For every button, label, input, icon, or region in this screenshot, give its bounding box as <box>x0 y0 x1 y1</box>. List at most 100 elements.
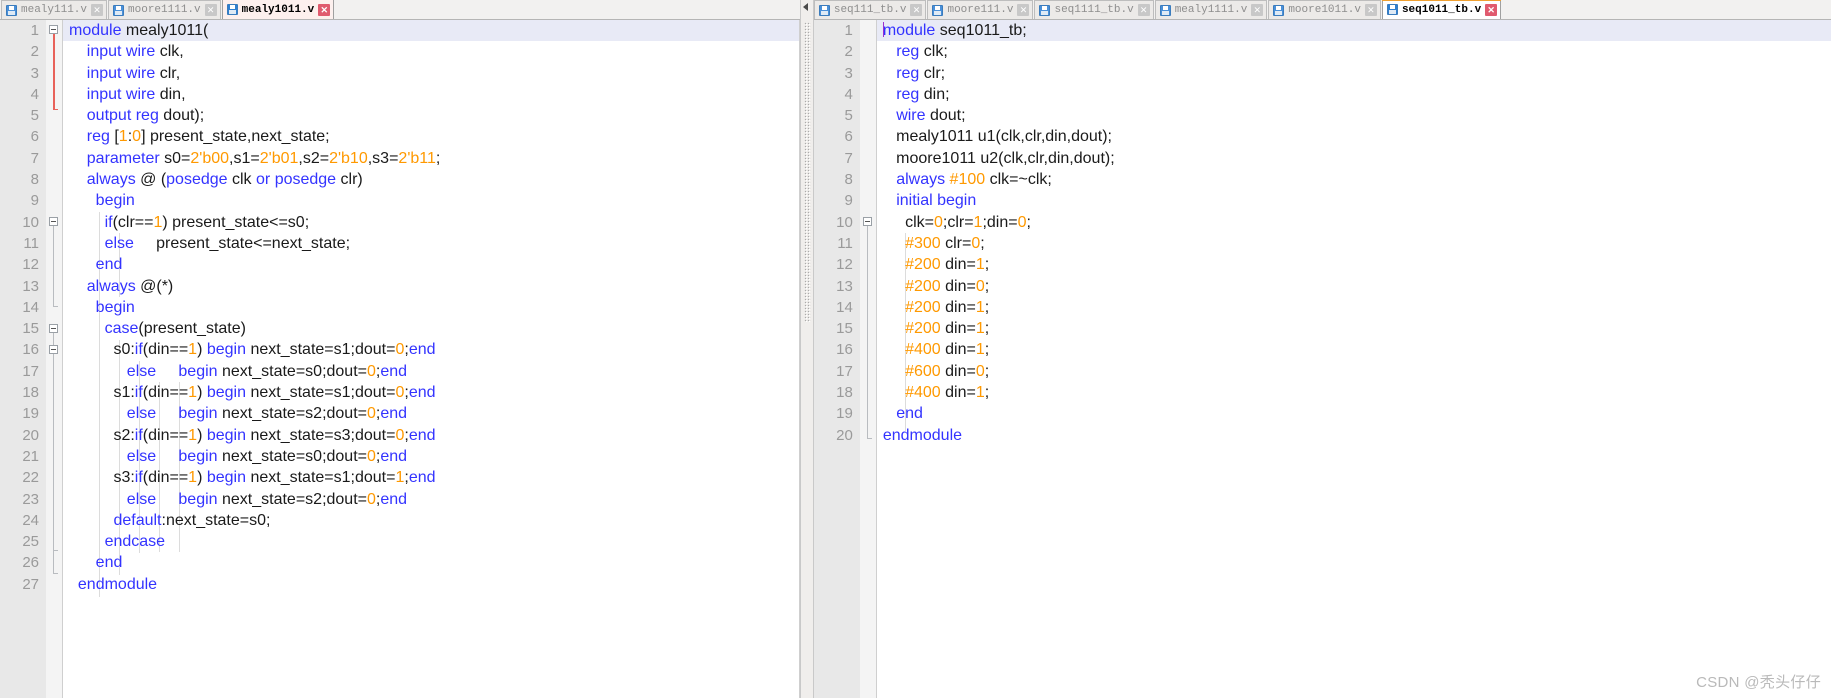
code-line[interactable]: module seq1011_tb; <box>876 20 1831 42</box>
code-line[interactable]: moore1011 u2(clk,clr,din,dout); <box>877 148 1831 169</box>
code-token: s0: <box>69 341 135 359</box>
code-line[interactable]: #400 din=1; <box>877 382 1831 403</box>
splitter-collapse-arrow-icon[interactable] <box>802 3 808 11</box>
code-line[interactable]: else begin next_state=s2;dout=0;end <box>63 489 799 510</box>
code-line[interactable]: endcase <box>63 531 799 552</box>
close-icon[interactable]: ✕ <box>1017 4 1030 16</box>
code-line[interactable]: #200 din=1; <box>877 318 1831 339</box>
close-icon[interactable]: ✕ <box>91 4 104 16</box>
code-line[interactable]: input wire clr, <box>63 63 799 84</box>
code-line[interactable]: #400 din=1; <box>877 339 1831 360</box>
tab-moore1111-v[interactable]: moore1111.v ✕ <box>108 0 221 19</box>
code-line[interactable]: output reg dout); <box>63 105 799 126</box>
fold-range-line-15 <box>53 354 54 550</box>
line-number: 8 <box>30 171 39 189</box>
tab-moore111-v[interactable]: moore111.v ✕ <box>927 0 1034 19</box>
code-token: #200 <box>905 277 941 295</box>
tab-mealy1111-v[interactable]: mealy1111.v ✕ <box>1154 0 1268 19</box>
code-line[interactable]: reg [1:0] present_state,next_state; <box>63 126 799 147</box>
right-code-area[interactable]: 1 2 3 4 5 6 7 8 9 10 11 12 13 14 15 16 17 18 19 20 module s… <box>813 20 1831 698</box>
close-icon[interactable]: ✕ <box>318 3 331 16</box>
close-icon[interactable]: ✕ <box>1485 3 1498 16</box>
tab-seq111-tb-v[interactable]: seq111_tb.v ✕ <box>813 0 927 19</box>
code-line[interactable]: #300 clr=0; <box>877 233 1831 254</box>
fold-toggle-line-9[interactable] <box>862 217 872 226</box>
code-line[interactable]: s1:if(din==1) begin next_state=s1;dout=0… <box>63 382 799 403</box>
code-line[interactable]: begin <box>63 297 799 318</box>
code-token: ,s3= <box>367 149 399 167</box>
left-code-content[interactable]: module mealy1011( input wire clk, input … <box>63 20 799 595</box>
line-number: 12 <box>836 256 853 274</box>
code-line[interactable]: reg clk; <box>877 41 1831 62</box>
code-line[interactable]: reg din; <box>877 84 1831 105</box>
code-line[interactable]: always @(*) <box>63 276 799 297</box>
code-line[interactable]: #200 din=0; <box>877 276 1831 297</box>
close-icon[interactable]: ✕ <box>1251 4 1264 16</box>
code-line[interactable]: #600 din=0; <box>877 361 1831 382</box>
code-line[interactable]: initial begin <box>877 190 1831 211</box>
code-token: (din== <box>142 384 189 402</box>
code-line[interactable]: if(clr==1) present_state<=s0; <box>63 212 799 233</box>
right-tab-strip[interactable]: seq111_tb.v ✕ moore111.v ✕ seq1111_tb.v ✕ meal… <box>813 0 1831 20</box>
code-token: din= <box>940 277 976 295</box>
close-icon[interactable]: ✕ <box>1137 4 1150 16</box>
right-code-scroll[interactable]: module seq1011_tb; reg clk; reg clr; reg… <box>876 20 1831 698</box>
pane-splitter[interactable] <box>799 0 814 698</box>
code-line[interactable]: s0:if(din==1) begin next_state=s1;dout=0… <box>63 339 799 360</box>
code-line[interactable]: #200 din=1; <box>877 297 1831 318</box>
tab-seq1011-tb-v[interactable]: seq1011_tb.v ✕ <box>1381 0 1502 19</box>
splitter-grip-icon[interactable] <box>803 22 811 322</box>
code-line[interactable]: else begin next_state=s0;dout=0;end <box>63 446 799 467</box>
code-line[interactable]: end <box>877 403 1831 424</box>
code-line[interactable]: else present_state<=next_state; <box>63 233 799 254</box>
tab-mealy1011-v[interactable]: mealy1011.v ✕ <box>221 0 335 19</box>
code-line[interactable]: default:next_state=s0; <box>63 510 799 531</box>
right-fold-column[interactable] <box>859 20 876 698</box>
tab-seq1111-tb-v[interactable]: seq1111_tb.v ✕ <box>1034 0 1154 19</box>
code-line[interactable]: module mealy1011( <box>63 20 799 42</box>
left-fold-column[interactable] <box>46 20 62 698</box>
fold-toggle-line-9[interactable] <box>49 217 58 226</box>
code-line[interactable]: endmodule <box>877 425 1831 446</box>
code-line[interactable]: always #100 clk=~clk; <box>877 169 1831 190</box>
left-code-area[interactable]: 1 2 3 4 5 6 7 8 9 10 11 12 13 14 15 16 17 18 19 20 21 22 23 24 2… <box>0 20 800 698</box>
close-icon[interactable]: ✕ <box>1364 4 1377 16</box>
code-line[interactable]: always @ (posedge clk or posedge clr) <box>63 169 799 190</box>
fold-toggle-line-14[interactable] <box>49 324 58 333</box>
tab-moore1011-v[interactable]: moore1011.v ✕ <box>1268 0 1381 19</box>
code-line[interactable]: #200 din=1; <box>877 254 1831 275</box>
code-line[interactable]: endmodule <box>63 574 799 595</box>
tab-mealy111-v[interactable]: mealy111.v ✕ <box>1 0 108 19</box>
left-code-scroll[interactable]: module mealy1011( input wire clk, input … <box>63 20 799 698</box>
code-line[interactable]: parameter s0=2'b00,s1=2'b01,s2=2'b10,s3=… <box>63 148 799 169</box>
code-line[interactable]: else begin next_state=s0;dout=0;end <box>63 361 799 382</box>
code-line[interactable]: end <box>63 552 799 573</box>
code-line[interactable]: reg clr; <box>877 63 1831 84</box>
line-number: 21 <box>22 447 39 465</box>
right-code-content[interactable]: module seq1011_tb; reg clk; reg clr; reg… <box>876 20 1831 446</box>
code-line[interactable]: input wire din, <box>63 84 799 105</box>
code-line[interactable]: case(present_state) <box>63 318 799 339</box>
code-line[interactable]: mealy1011 u1(clk,clr,din,dout); <box>877 126 1831 147</box>
fold-toggle-line-15[interactable] <box>49 345 58 354</box>
fold-toggle-line-1[interactable] <box>49 25 58 34</box>
code-line[interactable]: wire dout; <box>877 105 1831 126</box>
close-icon[interactable]: ✕ <box>910 4 923 16</box>
code-token: clr, <box>155 64 181 82</box>
code-line[interactable]: clk=0;clr=1;din=0; <box>877 212 1831 233</box>
close-icon[interactable]: ✕ <box>204 4 217 16</box>
code-line[interactable]: input wire clk, <box>63 41 799 62</box>
code-line[interactable]: s2:if(din==1) begin next_state=s3;dout=0… <box>63 425 799 446</box>
code-line[interactable]: else begin next_state=s2;dout=0;end <box>63 403 799 424</box>
code-token: or <box>256 171 271 189</box>
code-line[interactable]: s3:if(din==1) begin next_state=s1;dout=1… <box>63 467 799 488</box>
code-line[interactable]: begin <box>63 190 799 211</box>
code-token: input wire <box>86 64 156 82</box>
line-number: 7 <box>844 149 853 167</box>
left-tab-strip[interactable]: mealy111.v ✕ moore1111.v ✕ mealy1011.v ✕ <box>0 0 800 20</box>
code-line[interactable]: end <box>63 254 799 275</box>
